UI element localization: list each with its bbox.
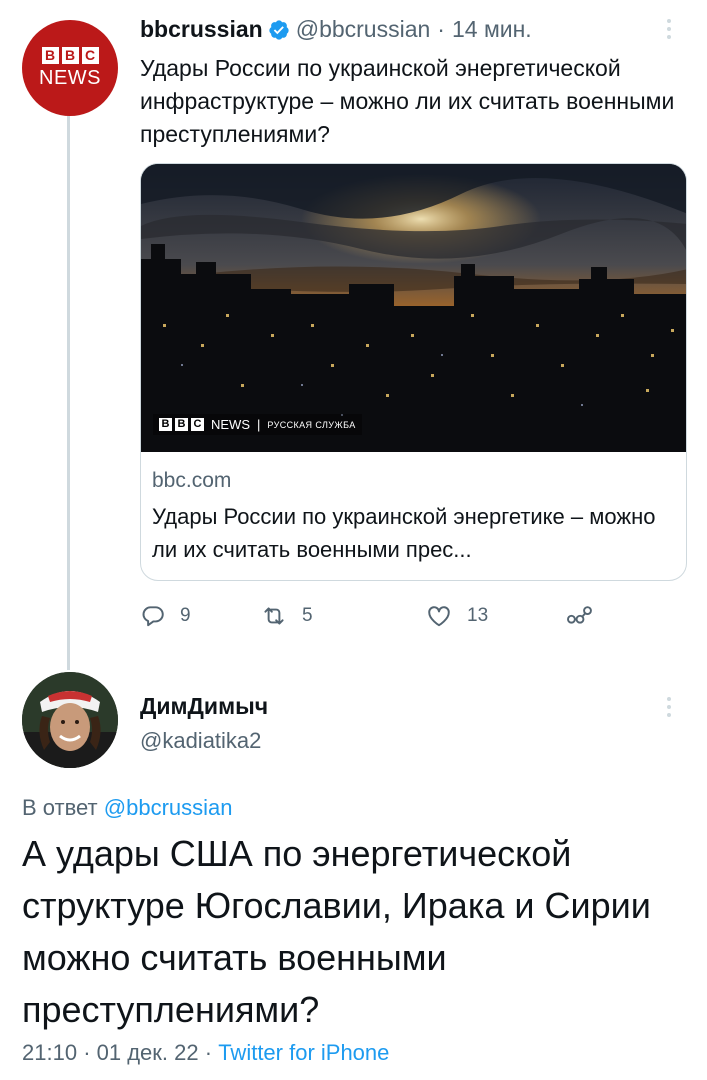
bbc-avatar[interactable]: B B C NEWS bbox=[22, 20, 118, 116]
like-button[interactable]: 13 bbox=[425, 603, 488, 629]
more-options-icon[interactable] bbox=[658, 12, 680, 46]
caption-logo-letter: B bbox=[159, 418, 172, 431]
link-card[interactable]: B B C NEWS | РУССКАЯ СЛУЖБА bbc.com Удар… bbox=[140, 163, 687, 581]
tweet-text: Удары России по украинской энергетическо… bbox=[140, 55, 675, 147]
author-name[interactable]: bbcrussian bbox=[140, 16, 263, 43]
user-avatar[interactable] bbox=[22, 672, 118, 768]
retweet-count: 5 bbox=[302, 605, 313, 626]
bbc-logo-news-word: NEWS bbox=[39, 66, 101, 89]
reply-button[interactable]: 9 bbox=[140, 603, 191, 629]
meta-separator: · bbox=[204, 1040, 213, 1065]
caption-service: РУССКАЯ СЛУЖБА bbox=[267, 419, 356, 430]
reply-source-link[interactable]: Twitter for iPhone bbox=[218, 1040, 389, 1065]
bbc-logo-letter: B bbox=[41, 46, 59, 64]
card-domain: bbc.com bbox=[152, 469, 232, 492]
user-avatar-image bbox=[22, 672, 118, 768]
verified-badge-icon bbox=[268, 19, 290, 41]
tweet-header: bbcrussian @bbcrussian · 14 мин. bbox=[140, 16, 532, 43]
tweet-actions: 9 5 13 bbox=[140, 603, 610, 633]
reply-author-name[interactable]: ДимДимыч bbox=[140, 693, 268, 720]
card-image-caption: B B C NEWS | РУССКАЯ СЛУЖБА bbox=[153, 414, 362, 435]
reply-meta: 21:10 · 01 дек. 22 · Twitter for iPhone bbox=[22, 1040, 389, 1066]
author-handle[interactable]: @bbcrussian bbox=[296, 16, 431, 43]
reply-text: А удары США по энергетической структуре … bbox=[22, 833, 651, 1030]
reply-author-handle[interactable]: @kadiatika2 bbox=[140, 728, 261, 754]
reply-date[interactable]: 01 дек. 22 bbox=[97, 1040, 199, 1065]
more-options-icon[interactable] bbox=[658, 690, 680, 724]
bbc-logo-letter: C bbox=[81, 46, 99, 64]
reply-icon bbox=[142, 606, 164, 627]
bbc-logo-blocks: B B C bbox=[41, 46, 99, 64]
like-count: 13 bbox=[467, 605, 489, 626]
reply-prefix: В ответ bbox=[22, 795, 98, 820]
separator-dot: · bbox=[437, 16, 445, 42]
card-image: B B C NEWS | РУССКАЯ СЛУЖБА bbox=[141, 164, 686, 452]
card-title: Удары России по украинской энергетике – … bbox=[152, 504, 656, 562]
reply-count: 9 bbox=[180, 605, 191, 626]
meta-separator: · bbox=[83, 1040, 91, 1065]
reply-mention-link[interactable]: @bbcrussian bbox=[104, 795, 233, 820]
tweet-time[interactable]: 14 мин. bbox=[452, 16, 532, 43]
share-button[interactable] bbox=[565, 603, 595, 629]
share-icon bbox=[567, 606, 592, 624]
bbc-logo-letter: B bbox=[61, 46, 79, 64]
caption-logo-letter: C bbox=[191, 418, 204, 431]
caption-news: NEWS bbox=[211, 417, 250, 432]
thread-connector-line bbox=[67, 115, 70, 670]
retweet-icon bbox=[264, 607, 284, 625]
reply-context: В ответ @bbcrussian bbox=[22, 795, 233, 821]
retweet-button[interactable]: 5 bbox=[260, 603, 313, 629]
caption-logo-letter: B bbox=[175, 418, 188, 431]
like-icon bbox=[428, 606, 450, 627]
city-skyline-image bbox=[141, 164, 686, 452]
reply-time[interactable]: 21:10 bbox=[22, 1040, 77, 1065]
caption-separator: | bbox=[257, 417, 261, 432]
